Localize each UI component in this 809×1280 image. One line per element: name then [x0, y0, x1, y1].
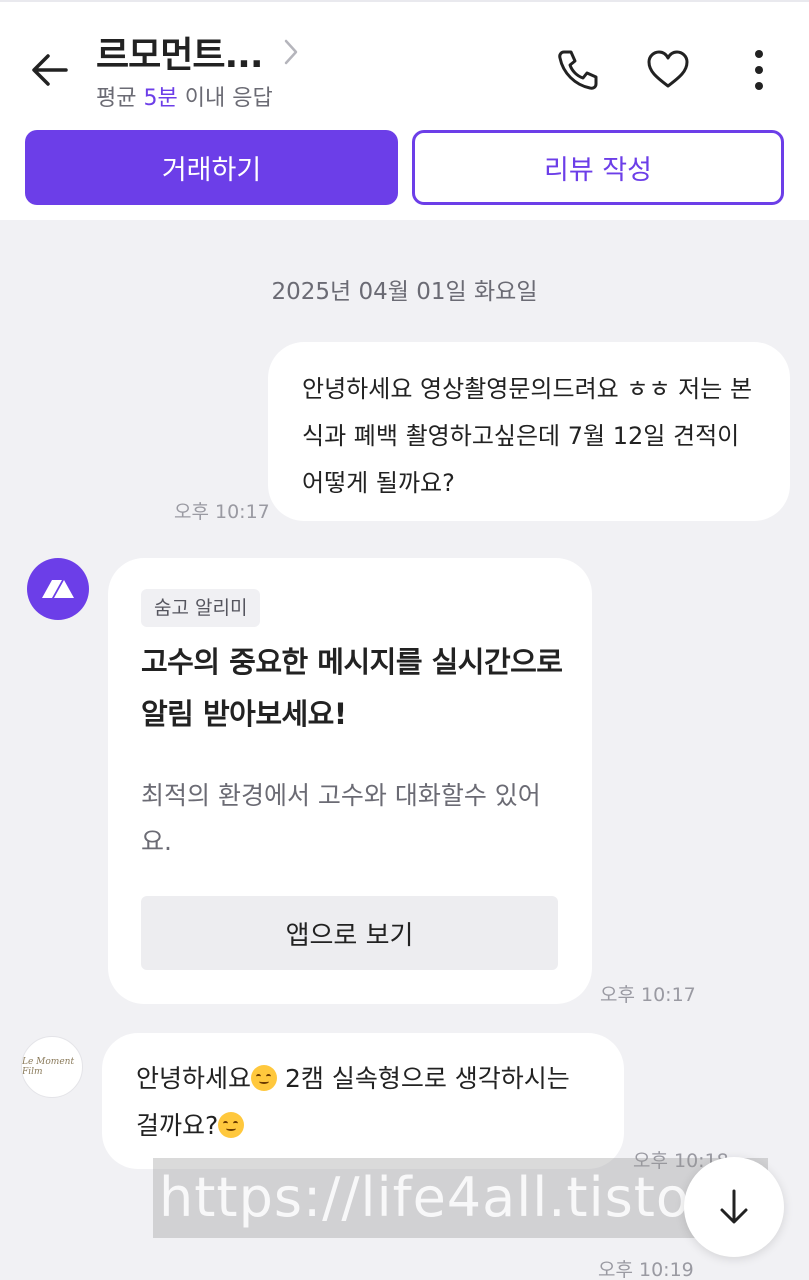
incoming-message: 안녕하세요 2캠 실속형으로 생각하시는걸까요?: [102, 1033, 624, 1169]
phone-icon[interactable]: [554, 46, 602, 94]
pro-avatar[interactable]: Le Moment Film: [21, 1036, 83, 1098]
heart-icon[interactable]: [644, 46, 692, 94]
notice-body: 최적의 환경에서 고수와 대화할수 있어요.: [141, 781, 541, 856]
smiling-face-emoji-icon: [218, 1112, 245, 1138]
message-time: 오후 10:17: [600, 984, 696, 1006]
date-divider: 2025년 04월 01일 화요일: [271, 279, 538, 305]
more-vertical-icon[interactable]: [735, 46, 783, 94]
soomgo-avatar: [27, 558, 89, 620]
message-time: 오후 10:17: [174, 501, 270, 523]
soomgo-logo-icon: [42, 580, 74, 598]
back-arrow-icon[interactable]: [26, 46, 74, 94]
chat-title-link[interactable]: 르모먼트...: [96, 26, 301, 78]
notice-title: 고수의 중요한 메시지를 실시간으로 알림 받아보세요!: [141, 645, 563, 731]
chevron-right-icon: [284, 39, 297, 65]
scroll-to-bottom-button[interactable]: [684, 1157, 784, 1257]
response-time-value: 5분: [143, 86, 178, 111]
chat-header: 르모먼트... 평균 5분 이내 응답 거래하기 리뷰 작성: [0, 0, 809, 220]
response-time: 평균 5분 이내 응답: [96, 86, 273, 111]
outgoing-message: 안녕하세요 영상촬영문의드려요 ㅎㅎ 저는 본식과 폐백 촬영하고싶은데 7월 …: [268, 342, 790, 521]
chat-title: 르모먼트...: [96, 35, 264, 76]
message-time: 오후 10:19: [598, 1259, 694, 1280]
open-app-button[interactable]: 앱으로 보기: [141, 896, 558, 970]
pro-avatar-logo: Le Moment Film: [22, 1057, 75, 1077]
notice-tag: 숨고 알리미: [141, 589, 261, 627]
smiling-face-emoji-icon: [251, 1065, 278, 1091]
arrow-down-icon: [720, 1189, 748, 1224]
watermark: https://life4all.tistory.com: [153, 1158, 768, 1238]
notification-card: 숨고 알리미 고수의 중요한 메시지를 실시간으로 알림 받아보세요! 최적의 …: [108, 558, 592, 1004]
write-review-button[interactable]: 리뷰 작성: [412, 130, 784, 205]
deal-button[interactable]: 거래하기: [25, 130, 398, 205]
outgoing-message-text: 안녕하세요 영상촬영문의드려요 ㅎㅎ 저는 본식과 폐백 촬영하고싶은데 7월 …: [302, 375, 753, 497]
